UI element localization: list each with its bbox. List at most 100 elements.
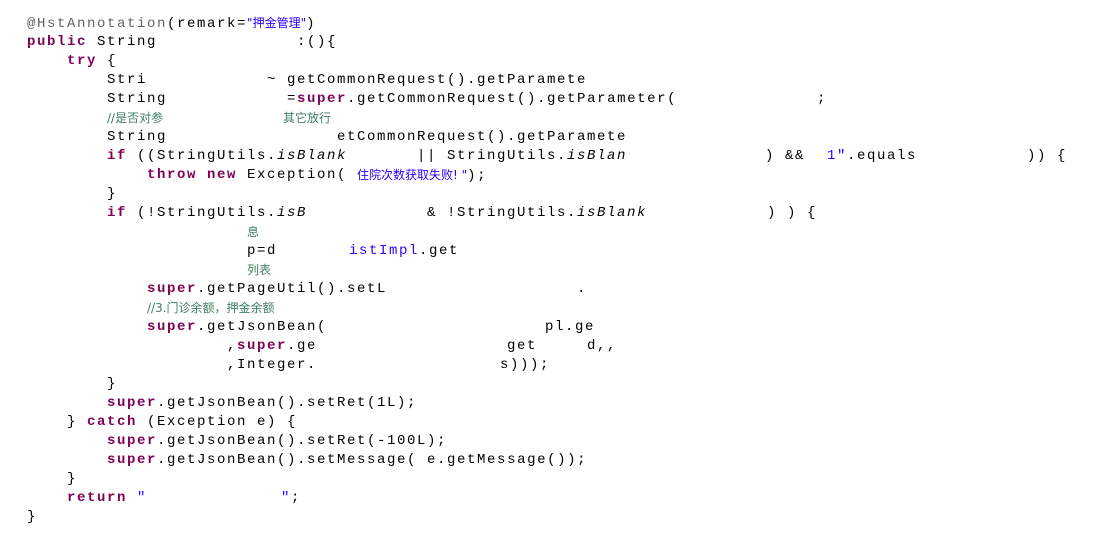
code-token: ) ) { (767, 205, 818, 221)
code-token: super (237, 338, 288, 354)
code-line-4-fragment: Stri (107, 71, 147, 90)
code-token: String (87, 34, 158, 50)
code-token: super (107, 395, 158, 411)
code-token: Stri (107, 72, 148, 88)
code-token: p=d (247, 243, 278, 259)
code-token: ,Integer. (227, 357, 318, 373)
code-token: } (67, 471, 78, 487)
code-line-26-fragment: "; (281, 489, 301, 508)
code-line-13-fragment: p=d (247, 242, 277, 261)
code-line-6-fragment: 其它放行 (283, 109, 331, 129)
code-token: Exception( (237, 167, 348, 183)
code-token: ~ (267, 72, 278, 88)
code-token: ) (306, 16, 317, 32)
code-token: new (207, 167, 238, 183)
code-editor[interactable]: @HstAnnotation(remark="押金管理") public Stri… (0, 0, 1098, 540)
code-token: 息 (247, 225, 260, 239)
code-token: isB (277, 205, 308, 221)
code-line-26-fragment: return " (67, 489, 147, 508)
code-line-22-fragment: } catch (Exception e) { (67, 413, 297, 432)
code-token: (!StringUtils. (127, 205, 278, 221)
code-token: { (97, 53, 118, 69)
code-token: etCommonRequest().getParamete (337, 129, 628, 145)
code-token: d,, (587, 338, 618, 354)
code-line-7-fragment: String (107, 128, 167, 147)
code-line-5-fragment: ; (817, 90, 827, 109)
code-token: //是否对参 (107, 111, 164, 125)
code-line-8-fragment: 1".equals (827, 147, 917, 166)
code-token: try (67, 53, 98, 69)
code-line-19-fragment: s))); (500, 356, 550, 375)
code-token: :(){ (297, 34, 338, 50)
code-token: " (137, 490, 148, 506)
code-token: || StringUtils. (417, 148, 568, 164)
code-token: isBlank (277, 148, 348, 164)
code-line-5-fragment: String (107, 90, 167, 109)
code-line-1-fragment: @HstAnnotation(remark="押金管理") (27, 14, 316, 34)
code-token: throw (147, 167, 198, 183)
code-token: getCommonRequest().getParamete (287, 72, 588, 88)
code-line-6-fragment: //是否对参 (107, 109, 163, 129)
code-token: ; (817, 91, 828, 107)
code-line-18-fragment: ,super.ge (227, 337, 317, 356)
code-token: , (227, 338, 238, 354)
code-token: 列表 (247, 263, 272, 277)
code-line-15-fragment: super.getPageUtil().setL (147, 280, 387, 299)
code-line-9-fragment: 住院次数获取失败! "); (357, 166, 487, 186)
code-line-12-fragment: 息 (247, 223, 259, 243)
code-token: (Exception e) { (137, 414, 298, 430)
code-token: .get (419, 243, 460, 259)
code-token: if (107, 205, 128, 221)
code-line-21-fragment: super.getJsonBean().setRet(1L); (107, 394, 417, 413)
code-token: super (147, 281, 198, 297)
code-line-24-fragment: super.getJsonBean().setMessage( e.getMes… (107, 451, 587, 470)
code-line-8-fragment: if ((StringUtils.isBlank (107, 147, 347, 166)
code-line-7-fragment: etCommonRequest().getParamete (337, 128, 627, 147)
code-line-13-fragment: istImpl.get (349, 242, 459, 261)
code-token: String (107, 129, 168, 145)
code-token: //3.门诊余额，押金余额 (147, 301, 275, 315)
code-token: .ge (287, 338, 318, 354)
code-token: } (107, 186, 118, 202)
code-line-27-fragment: } (27, 508, 37, 527)
code-token: pl.ge (545, 319, 596, 335)
code-token: .equals (847, 148, 918, 164)
code-line-23-fragment: super.getJsonBean().setRet(-100L); (107, 432, 447, 451)
code-line-8-fragment: || StringUtils.isBlan (417, 147, 627, 166)
code-token: } (107, 376, 118, 392)
code-token: 其它放行 (283, 111, 332, 125)
code-token: if (107, 148, 128, 164)
code-token: ) && (765, 148, 806, 164)
code-line-4-fragment: ~ (267, 71, 277, 90)
code-line-4-fragment: getCommonRequest().getParamete (287, 71, 587, 90)
code-token: 1" (827, 148, 848, 164)
code-line-8-fragment: ) && (765, 147, 805, 166)
code-token: @HstAnnotation (27, 16, 168, 32)
code-token: get (507, 338, 538, 354)
code-line-15-fragment: . (577, 280, 587, 299)
code-token: super (297, 91, 348, 107)
code-line-17-fragment: pl.ge (545, 318, 595, 337)
code-token: .getCommonRequest().getParameter( (347, 91, 678, 107)
code-token: istImpl (349, 243, 420, 259)
code-token: (remark= (167, 16, 248, 32)
code-line-5-fragment: =super.getCommonRequest().getParameter( (287, 90, 677, 109)
code-line-20-fragment: } (107, 375, 117, 394)
code-token: super (147, 319, 198, 335)
code-token: catch (87, 414, 138, 430)
code-token: ((StringUtils. (127, 148, 278, 164)
code-token: public (27, 34, 88, 50)
code-line-10-fragment: } (107, 185, 117, 204)
code-token: super (107, 433, 158, 449)
code-token: .getPageUtil().setL (197, 281, 388, 297)
code-token: super (107, 452, 158, 468)
code-token: } (67, 414, 88, 430)
code-line-11-fragment: if (!StringUtils.isB (107, 204, 307, 223)
code-token: " (281, 490, 292, 506)
code-token: return (67, 490, 128, 506)
code-token: = (287, 91, 298, 107)
code-line-11-fragment: & !StringUtils.isBlank (427, 204, 647, 223)
code-token: s))); (500, 357, 551, 373)
